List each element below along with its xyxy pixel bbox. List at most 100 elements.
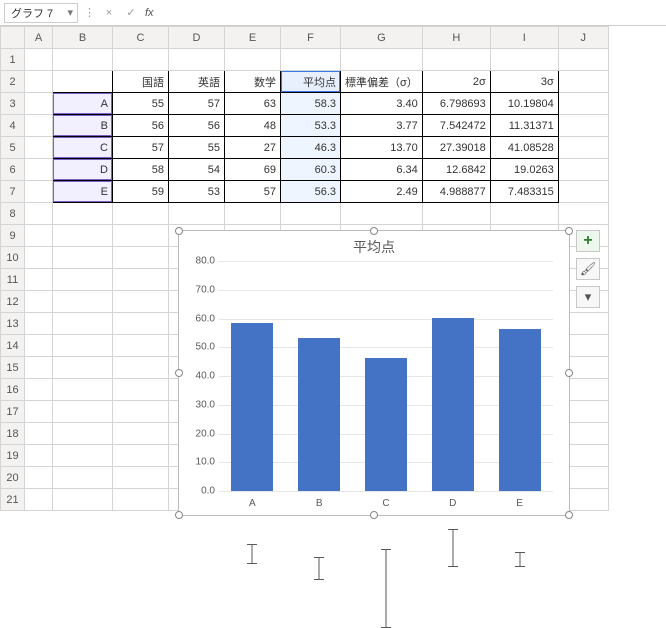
chart-filter-button[interactable]: ▾ — [576, 286, 600, 308]
cell-selected-header[interactable]: 平均点 — [281, 71, 341, 93]
chart-bar[interactable] — [298, 338, 340, 491]
col-header[interactable]: G — [341, 27, 423, 49]
row-header[interactable]: 19 — [1, 445, 25, 467]
col-header[interactable]: F — [281, 27, 341, 49]
chart-bar[interactable] — [432, 318, 474, 491]
cell[interactable]: 56 — [169, 115, 225, 137]
chart-bar[interactable] — [499, 329, 541, 491]
cell[interactable]: 59 — [113, 181, 169, 203]
cell[interactable]: 57 — [225, 181, 281, 203]
cell[interactable]: 7.483315 — [490, 181, 558, 203]
cell[interactable]: 19.0263 — [490, 159, 558, 181]
cell[interactable] — [53, 71, 113, 93]
row-header[interactable]: 2 — [1, 71, 25, 93]
cell[interactable]: E — [53, 181, 113, 203]
chart-bar[interactable] — [231, 323, 273, 491]
chart-bar[interactable] — [365, 358, 407, 491]
row-header[interactable]: 16 — [1, 379, 25, 401]
select-all[interactable] — [1, 27, 25, 49]
row-header[interactable]: 4 — [1, 115, 25, 137]
cell[interactable]: 53 — [169, 181, 225, 203]
chart-style-button[interactable]: 🖌 — [576, 258, 600, 280]
cell[interactable]: 54 — [169, 159, 225, 181]
cell[interactable]: 国語 — [113, 71, 169, 93]
col-header[interactable]: C — [113, 27, 169, 49]
row-header[interactable]: 8 — [1, 203, 25, 225]
cell[interactable]: C — [53, 137, 113, 159]
cell[interactable]: 56 — [113, 115, 169, 137]
row-header[interactable]: 21 — [1, 489, 25, 511]
cell[interactable]: 3.77 — [341, 115, 423, 137]
cell[interactable]: 63 — [225, 93, 281, 115]
row-header[interactable]: 15 — [1, 357, 25, 379]
cell[interactable]: B — [53, 115, 113, 137]
row-header[interactable]: 11 — [1, 269, 25, 291]
formula-input[interactable] — [160, 3, 662, 23]
cell[interactable]: 12.6842 — [422, 159, 490, 181]
col-header[interactable]: H — [422, 27, 490, 49]
cell[interactable]: A — [53, 93, 113, 115]
cell[interactable]: 69 — [225, 159, 281, 181]
name-box[interactable]: グラフ 7 ▾ — [4, 3, 78, 23]
cell[interactable]: 57 — [169, 93, 225, 115]
cell[interactable]: 数学 — [225, 71, 281, 93]
fx-label[interactable]: fx — [145, 7, 154, 19]
cell[interactable]: 7.542472 — [422, 115, 490, 137]
cell[interactable]: 55 — [113, 93, 169, 115]
cell[interactable]: 2.49 — [341, 181, 423, 203]
col-header[interactable]: A — [25, 27, 53, 49]
spreadsheet[interactable]: A B C D E F G H I J 1 2 国語 英語 数学 平均点 標準偏… — [0, 26, 666, 511]
divider-icon — [84, 6, 95, 19]
cell[interactable]: 6.34 — [341, 159, 423, 181]
cell[interactable]: D — [53, 159, 113, 181]
col-header[interactable]: E — [225, 27, 281, 49]
cell[interactable]: 10.19804 — [490, 93, 558, 115]
row-header[interactable]: 6 — [1, 159, 25, 181]
cell[interactable]: 27 — [225, 137, 281, 159]
cell[interactable]: 2σ — [422, 71, 490, 93]
col-header[interactable]: J — [558, 27, 608, 49]
col-header[interactable]: I — [490, 27, 558, 49]
row-header[interactable]: 18 — [1, 423, 25, 445]
cell[interactable]: 60.3 — [281, 159, 341, 181]
row-header[interactable]: 9 — [1, 225, 25, 247]
cell[interactable]: 3.40 — [341, 93, 423, 115]
row-header[interactable]: 1 — [1, 49, 25, 71]
cell[interactable]: 58.3 — [281, 93, 341, 115]
row-header[interactable]: 17 — [1, 401, 25, 423]
cancel-button[interactable]: × — [101, 7, 117, 19]
row-header[interactable]: 7 — [1, 181, 25, 203]
cell[interactable]: 46.3 — [281, 137, 341, 159]
cell[interactable]: 13.70 — [341, 137, 423, 159]
cell[interactable]: 55 — [169, 137, 225, 159]
row-header[interactable]: 10 — [1, 247, 25, 269]
cell[interactable]: 41.08528 — [490, 137, 558, 159]
cell[interactable]: 53.3 — [281, 115, 341, 137]
chart-title[interactable]: 平均点 — [179, 231, 569, 259]
row-header[interactable]: 20 — [1, 467, 25, 489]
chart-plot-area[interactable]: 0.010.020.030.040.050.060.070.080.0ABCDE — [219, 261, 553, 491]
col-header[interactable]: D — [169, 27, 225, 49]
row-header[interactable]: 12 — [1, 291, 25, 313]
x-tick-label: A — [249, 498, 256, 509]
cell[interactable]: 57 — [113, 137, 169, 159]
embedded-chart[interactable]: 平均点 0.010.020.030.040.050.060.070.080.0A… — [178, 230, 570, 516]
row-header[interactable]: 3 — [1, 93, 25, 115]
table-row: 6 D 58 54 69 60.3 6.34 12.6842 19.0263 — [1, 159, 609, 181]
row-header[interactable]: 14 — [1, 335, 25, 357]
cell[interactable]: 48 — [225, 115, 281, 137]
cell[interactable]: 11.31371 — [490, 115, 558, 137]
enter-button[interactable]: ✓ — [123, 6, 139, 19]
col-header[interactable]: B — [53, 27, 113, 49]
cell[interactable]: 英語 — [169, 71, 225, 93]
row-header[interactable]: 13 — [1, 313, 25, 335]
cell[interactable]: 標準偏差（σ） — [341, 71, 423, 93]
cell[interactable]: 58 — [113, 159, 169, 181]
cell[interactable]: 27.39018 — [422, 137, 490, 159]
chart-add-element-button[interactable]: + — [576, 230, 600, 252]
cell[interactable]: 3σ — [490, 71, 558, 93]
row-header[interactable]: 5 — [1, 137, 25, 159]
cell[interactable]: 6.798693 — [422, 93, 490, 115]
cell[interactable]: 56.3 — [281, 181, 341, 203]
cell[interactable]: 4.988877 — [422, 181, 490, 203]
